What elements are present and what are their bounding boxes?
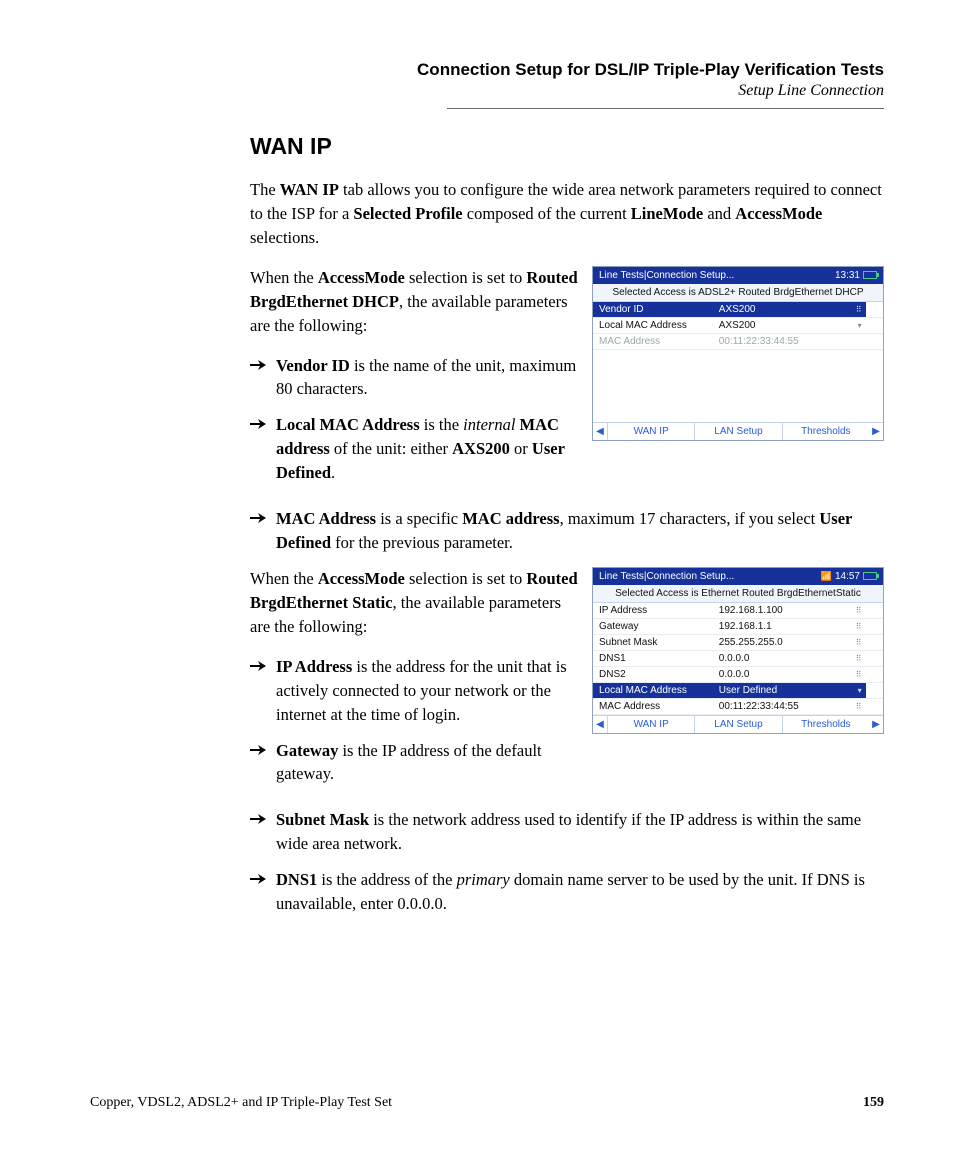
- device-time: 13:31: [835, 270, 860, 281]
- bullet-gateway: Gateway is the IP address of the default…: [250, 739, 578, 787]
- bullet-local-mac: Local MAC Address is the internal MAC ad…: [250, 413, 578, 485]
- keypad-icon: ⠿: [856, 670, 862, 679]
- tab-thresholds[interactable]: Thresholds: [782, 716, 869, 733]
- tab-right-arrow-icon[interactable]: ▶: [869, 424, 883, 439]
- heading-wan-ip: WAN IP: [250, 133, 884, 160]
- bullet-mac-address: MAC Address is a specific MAC address, m…: [250, 507, 884, 555]
- device-field-row[interactable]: MAC Address00:11:22:33:44:55⠿: [593, 699, 883, 715]
- device-field-row[interactable]: DNS20.0.0.0⠿: [593, 667, 883, 683]
- keypad-icon: ⠿: [856, 622, 862, 631]
- keypad-icon: ⠿: [856, 606, 862, 615]
- intro-paragraph: The WAN IP tab allows you to configure t…: [250, 178, 884, 250]
- field-value[interactable]: AXS200⠿: [715, 302, 866, 317]
- device-subtitle: Selected Access is ADSL2+ Routed BrdgEth…: [593, 284, 883, 302]
- wifi-icon: 📶: [821, 571, 832, 582]
- field-value[interactable]: AXS200▾: [715, 318, 866, 333]
- field-value[interactable]: 0.0.0.0⠿: [715, 667, 866, 682]
- device-titlebar: Line Tests|Connection Setup... 📶14:57: [593, 568, 883, 585]
- header-rule: [447, 108, 884, 109]
- field-label: DNS1: [593, 651, 715, 666]
- keypad-icon: ⠿: [856, 654, 862, 663]
- battery-icon: [863, 271, 877, 279]
- arrow-bullet-icon: [250, 739, 266, 787]
- tab-wan-ip[interactable]: WAN IP: [607, 716, 694, 733]
- block2-intro: When the AccessMode selection is set to …: [250, 567, 578, 639]
- bullet-subnet-mask: Subnet Mask is the network address used …: [250, 808, 884, 856]
- device-title: Line Tests|Connection Setup...: [599, 571, 734, 582]
- content-area: WAN IP The WAN IP tab allows you to conf…: [250, 133, 884, 916]
- page-number: 159: [863, 1095, 884, 1111]
- device-field-row[interactable]: MAC Address00:11:22:33:44:55: [593, 334, 883, 350]
- arrow-bullet-icon: [250, 655, 266, 727]
- tab-wan-ip[interactable]: WAN IP: [607, 423, 694, 440]
- field-value[interactable]: 00:11:22:33:44:55⠿: [715, 699, 866, 714]
- arrow-bullet-icon: [250, 808, 266, 856]
- page-footer: Copper, VDSL2, ADSL2+ and IP Triple-Play…: [90, 1095, 884, 1111]
- field-label: MAC Address: [593, 334, 715, 349]
- bullet-ip-address: IP Address is the address for the unit t…: [250, 655, 578, 727]
- tab-lan-setup[interactable]: LAN Setup: [694, 423, 781, 440]
- tab-lan-setup[interactable]: LAN Setup: [694, 716, 781, 733]
- field-label: DNS2: [593, 667, 715, 682]
- device-field-row[interactable]: IP Address192.168.1.100⠿: [593, 603, 883, 619]
- tab-right-arrow-icon[interactable]: ▶: [869, 717, 883, 732]
- tab-left-arrow-icon[interactable]: ◀: [593, 424, 607, 439]
- device-field-row[interactable]: Local MAC AddressUser Defined▾: [593, 683, 883, 699]
- dropdown-caret-icon: ▾: [858, 686, 862, 695]
- block1-intro: When the AccessMode selection is set to …: [250, 266, 578, 338]
- field-value[interactable]: 0.0.0.0⠿: [715, 651, 866, 666]
- page-header: Connection Setup for DSL/IP Triple-Play …: [90, 60, 884, 109]
- field-label: Subnet Mask: [593, 635, 715, 650]
- field-label: Vendor ID: [593, 302, 715, 317]
- field-label: Gateway: [593, 619, 715, 634]
- device-field-row[interactable]: Subnet Mask255.255.255.0⠿: [593, 635, 883, 651]
- keypad-icon: ⠿: [856, 702, 862, 711]
- device-subtitle: Selected Access is Ethernet Routed BrgdE…: [593, 585, 883, 603]
- arrow-bullet-icon: [250, 507, 266, 555]
- dropdown-caret-icon: ▾: [858, 321, 862, 330]
- keypad-icon: ⠿: [856, 638, 862, 647]
- bullet-dns1: DNS1 is the address of the primary domai…: [250, 868, 884, 916]
- arrow-bullet-icon: [250, 413, 266, 485]
- device-body: IP Address192.168.1.100⠿Gateway192.168.1…: [593, 603, 883, 715]
- arrow-bullet-icon: [250, 354, 266, 402]
- chapter-title: Connection Setup for DSL/IP Triple-Play …: [90, 60, 884, 80]
- device-titlebar: Line Tests|Connection Setup... 13:31: [593, 267, 883, 284]
- arrow-bullet-icon: [250, 868, 266, 916]
- field-label: Local MAC Address: [593, 318, 715, 333]
- field-value[interactable]: 192.168.1.100⠿: [715, 603, 866, 618]
- field-label: Local MAC Address: [593, 683, 715, 698]
- device-field-row[interactable]: Local MAC AddressAXS200▾: [593, 318, 883, 334]
- field-value[interactable]: User Defined▾: [715, 683, 866, 698]
- device-body: Vendor IDAXS200⠿Local MAC AddressAXS200▾…: [593, 302, 883, 422]
- device-tabs: ◀ WAN IP LAN Setup Thresholds ▶: [593, 422, 883, 440]
- bullet-vendor-id: Vendor ID is the name of the unit, maxim…: [250, 354, 578, 402]
- field-value[interactable]: 255.255.255.0⠿: [715, 635, 866, 650]
- field-label: MAC Address: [593, 699, 715, 714]
- device-field-row[interactable]: Gateway192.168.1.1⠿: [593, 619, 883, 635]
- device-field-row[interactable]: Vendor IDAXS200⠿: [593, 302, 883, 318]
- field-value[interactable]: 192.168.1.1⠿: [715, 619, 866, 634]
- device-screenshot-static: Line Tests|Connection Setup... 📶14:57 Se…: [592, 567, 884, 734]
- device-time: 14:57: [835, 571, 860, 582]
- device-field-row[interactable]: DNS10.0.0.0⠿: [593, 651, 883, 667]
- device-tabs: ◀ WAN IP LAN Setup Thresholds ▶: [593, 715, 883, 733]
- device-screenshot-dhcp: Line Tests|Connection Setup... 13:31 Sel…: [592, 266, 884, 441]
- section-subtitle: Setup Line Connection: [90, 82, 884, 100]
- tab-left-arrow-icon[interactable]: ◀: [593, 717, 607, 732]
- battery-icon: [863, 572, 877, 580]
- field-label: IP Address: [593, 603, 715, 618]
- device-title: Line Tests|Connection Setup...: [599, 270, 734, 281]
- tab-thresholds[interactable]: Thresholds: [782, 423, 869, 440]
- field-value[interactable]: 00:11:22:33:44:55: [715, 334, 866, 349]
- footer-text: Copper, VDSL2, ADSL2+ and IP Triple-Play…: [90, 1095, 392, 1111]
- keypad-icon: ⠿: [856, 305, 862, 314]
